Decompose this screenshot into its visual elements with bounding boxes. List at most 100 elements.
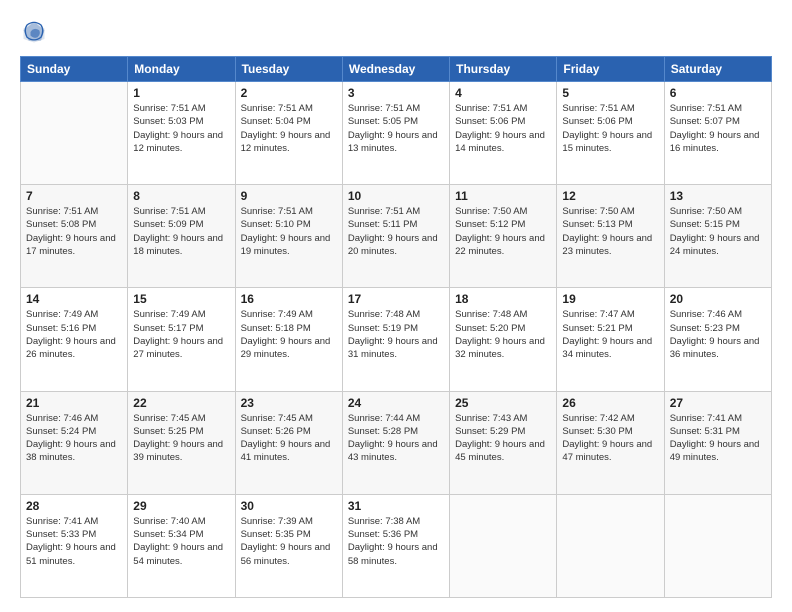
day-cell-15: 15 Sunrise: 7:49 AMSunset: 5:17 PMDayligh… <box>128 288 235 391</box>
day-cell-12: 12 Sunrise: 7:50 AMSunset: 5:13 PMDayligh… <box>557 185 664 288</box>
day-cell-19: 19 Sunrise: 7:47 AMSunset: 5:21 PMDayligh… <box>557 288 664 391</box>
day-cell-5: 5 Sunrise: 7:51 AMSunset: 5:06 PMDaylight… <box>557 82 664 185</box>
day-info: Sunrise: 7:51 AMSunset: 5:10 PMDaylight:… <box>241 205 337 258</box>
day-info: Sunrise: 7:51 AMSunset: 5:08 PMDaylight:… <box>26 205 122 258</box>
day-info: Sunrise: 7:44 AMSunset: 5:28 PMDaylight:… <box>348 412 444 465</box>
day-cell-9: 9 Sunrise: 7:51 AMSunset: 5:10 PMDaylight… <box>235 185 342 288</box>
weekday-header-thursday: Thursday <box>450 57 557 82</box>
day-cell-11: 11 Sunrise: 7:50 AMSunset: 5:12 PMDayligh… <box>450 185 557 288</box>
day-number: 2 <box>241 86 337 100</box>
day-number: 10 <box>348 189 444 203</box>
day-cell-14: 14 Sunrise: 7:49 AMSunset: 5:16 PMDayligh… <box>21 288 128 391</box>
day-number: 31 <box>348 499 444 513</box>
day-info: Sunrise: 7:46 AMSunset: 5:24 PMDaylight:… <box>26 412 122 465</box>
day-number: 18 <box>455 292 551 306</box>
day-info: Sunrise: 7:51 AMSunset: 5:11 PMDaylight:… <box>348 205 444 258</box>
empty-cell <box>21 82 128 185</box>
day-number: 20 <box>670 292 766 306</box>
day-number: 25 <box>455 396 551 410</box>
day-info: Sunrise: 7:50 AMSunset: 5:13 PMDaylight:… <box>562 205 658 258</box>
day-info: Sunrise: 7:47 AMSunset: 5:21 PMDaylight:… <box>562 308 658 361</box>
day-info: Sunrise: 7:45 AMSunset: 5:26 PMDaylight:… <box>241 412 337 465</box>
day-info: Sunrise: 7:43 AMSunset: 5:29 PMDaylight:… <box>455 412 551 465</box>
day-cell-27: 27Sunrise: 7:41 AMSunset: 5:31 PMDayligh… <box>664 391 771 494</box>
day-cell-10: 10 Sunrise: 7:51 AMSunset: 5:11 PMDayligh… <box>342 185 449 288</box>
empty-cell <box>664 494 771 597</box>
day-info: Sunrise: 7:49 AMSunset: 5:18 PMDaylight:… <box>241 308 337 361</box>
day-cell-21: 21 Sunrise: 7:46 AMSunset: 5:24 PMDayligh… <box>21 391 128 494</box>
day-number: 11 <box>455 189 551 203</box>
day-number: 8 <box>133 189 229 203</box>
day-info: Sunrise: 7:50 AMSunset: 5:12 PMDaylight:… <box>455 205 551 258</box>
day-cell-23: 23 Sunrise: 7:45 AMSunset: 5:26 PMDayligh… <box>235 391 342 494</box>
day-number: 14 <box>26 292 122 306</box>
day-cell-26: 26Sunrise: 7:42 AMSunset: 5:30 PMDayligh… <box>557 391 664 494</box>
weekday-header-wednesday: Wednesday <box>342 57 449 82</box>
day-number: 9 <box>241 189 337 203</box>
empty-cell <box>450 494 557 597</box>
day-number: 22 <box>133 396 229 410</box>
day-cell-24: 24 Sunrise: 7:44 AMSunset: 5:28 PMDayligh… <box>342 391 449 494</box>
day-cell-2: 2 Sunrise: 7:51 AMSunset: 5:04 PMDaylight… <box>235 82 342 185</box>
day-info: Sunrise: 7:41 AMSunset: 5:31 PMDaylight:… <box>670 412 766 465</box>
calendar-table: SundayMondayTuesdayWednesdayThursdayFrid… <box>20 56 772 598</box>
day-cell-31: 31 Sunrise: 7:38 AMSunset: 5:36 PMDayligh… <box>342 494 449 597</box>
day-number: 1 <box>133 86 229 100</box>
week-row-0: 1Sunrise: 7:51 AMSunset: 5:03 PMDaylight… <box>21 82 772 185</box>
day-number: 3 <box>348 86 444 100</box>
week-row-2: 14 Sunrise: 7:49 AMSunset: 5:16 PMDayligh… <box>21 288 772 391</box>
day-number: 28 <box>26 499 122 513</box>
day-info: Sunrise: 7:50 AMSunset: 5:15 PMDaylight:… <box>670 205 766 258</box>
day-info: Sunrise: 7:48 AMSunset: 5:20 PMDaylight:… <box>455 308 551 361</box>
week-row-4: 28 Sunrise: 7:41 AMSunset: 5:33 PMDayligh… <box>21 494 772 597</box>
day-info: Sunrise: 7:51 AMSunset: 5:07 PMDaylight:… <box>670 102 766 155</box>
day-cell-13: 13 Sunrise: 7:50 AMSunset: 5:15 PMDayligh… <box>664 185 771 288</box>
day-info: Sunrise: 7:38 AMSunset: 5:36 PMDaylight:… <box>348 515 444 568</box>
day-number: 15 <box>133 292 229 306</box>
day-info: Sunrise: 7:45 AMSunset: 5:25 PMDaylight:… <box>133 412 229 465</box>
day-cell-16: 16Sunrise: 7:49 AMSunset: 5:18 PMDayligh… <box>235 288 342 391</box>
day-cell-1: 1Sunrise: 7:51 AMSunset: 5:03 PMDaylight… <box>128 82 235 185</box>
day-info: Sunrise: 7:51 AMSunset: 5:05 PMDaylight:… <box>348 102 444 155</box>
day-cell-8: 8 Sunrise: 7:51 AMSunset: 5:09 PMDaylight… <box>128 185 235 288</box>
logo-icon <box>20 18 48 46</box>
week-row-1: 7 Sunrise: 7:51 AMSunset: 5:08 PMDaylight… <box>21 185 772 288</box>
day-number: 30 <box>241 499 337 513</box>
day-number: 29 <box>133 499 229 513</box>
day-cell-17: 17 Sunrise: 7:48 AMSunset: 5:19 PMDayligh… <box>342 288 449 391</box>
day-number: 24 <box>348 396 444 410</box>
day-number: 12 <box>562 189 658 203</box>
day-number: 26 <box>562 396 658 410</box>
empty-cell <box>557 494 664 597</box>
day-info: Sunrise: 7:46 AMSunset: 5:23 PMDaylight:… <box>670 308 766 361</box>
day-cell-25: 25 Sunrise: 7:43 AMSunset: 5:29 PMDayligh… <box>450 391 557 494</box>
day-number: 13 <box>670 189 766 203</box>
weekday-header-row: SundayMondayTuesdayWednesdayThursdayFrid… <box>21 57 772 82</box>
day-cell-6: 6 Sunrise: 7:51 AMSunset: 5:07 PMDaylight… <box>664 82 771 185</box>
day-cell-29: 29Sunrise: 7:40 AMSunset: 5:34 PMDayligh… <box>128 494 235 597</box>
day-cell-7: 7 Sunrise: 7:51 AMSunset: 5:08 PMDaylight… <box>21 185 128 288</box>
day-number: 4 <box>455 86 551 100</box>
weekday-header-sunday: Sunday <box>21 57 128 82</box>
page: SundayMondayTuesdayWednesdayThursdayFrid… <box>0 0 792 612</box>
day-info: Sunrise: 7:39 AMSunset: 5:35 PMDaylight:… <box>241 515 337 568</box>
day-info: Sunrise: 7:49 AMSunset: 5:17 PMDaylight:… <box>133 308 229 361</box>
logo <box>20 18 52 46</box>
day-number: 5 <box>562 86 658 100</box>
weekday-header-friday: Friday <box>557 57 664 82</box>
day-info: Sunrise: 7:49 AMSunset: 5:16 PMDaylight:… <box>26 308 122 361</box>
day-info: Sunrise: 7:48 AMSunset: 5:19 PMDaylight:… <box>348 308 444 361</box>
day-cell-30: 30 Sunrise: 7:39 AMSunset: 5:35 PMDayligh… <box>235 494 342 597</box>
day-number: 19 <box>562 292 658 306</box>
day-number: 21 <box>26 396 122 410</box>
day-number: 7 <box>26 189 122 203</box>
weekday-header-monday: Monday <box>128 57 235 82</box>
day-info: Sunrise: 7:51 AMSunset: 5:04 PMDaylight:… <box>241 102 337 155</box>
day-number: 17 <box>348 292 444 306</box>
weekday-header-saturday: Saturday <box>664 57 771 82</box>
day-info: Sunrise: 7:41 AMSunset: 5:33 PMDaylight:… <box>26 515 122 568</box>
day-info: Sunrise: 7:51 AMSunset: 5:09 PMDaylight:… <box>133 205 229 258</box>
day-number: 23 <box>241 396 337 410</box>
day-number: 6 <box>670 86 766 100</box>
day-info: Sunrise: 7:51 AMSunset: 5:06 PMDaylight:… <box>562 102 658 155</box>
